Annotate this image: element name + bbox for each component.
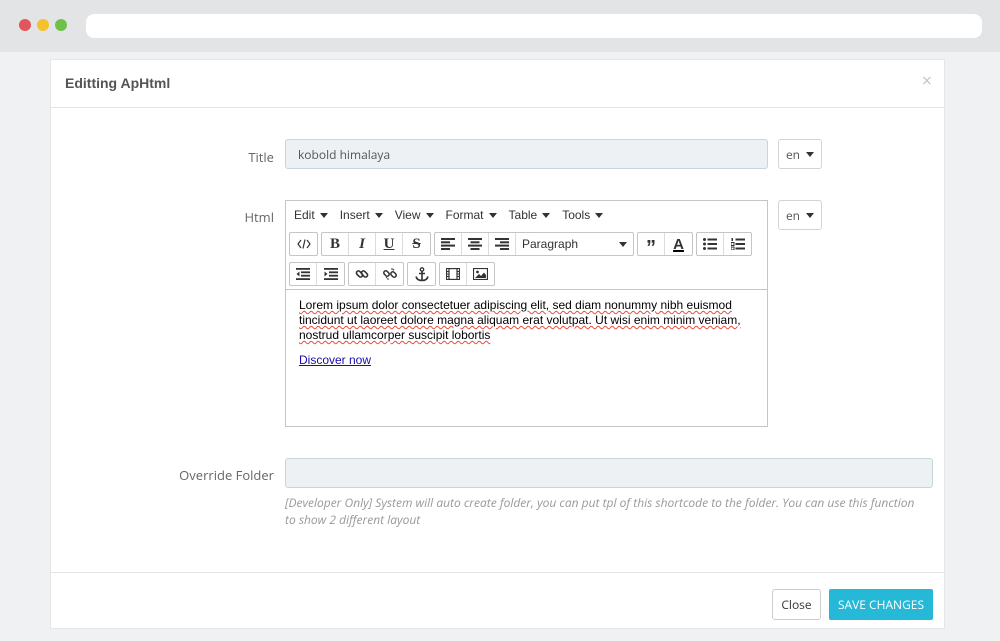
media-group [439,262,495,286]
numbered-list-icon[interactable] [724,233,751,255]
outdent-icon[interactable] [290,263,317,285]
menu-view[interactable]: View [389,208,440,222]
save-changes-button[interactable]: Save Changes [829,589,933,620]
menu-view-label: View [394,208,421,222]
anchor-group [407,262,436,286]
code-icon[interactable] [290,233,317,255]
edit-modal: Editting ApHtml × Title kobold himalaya … [50,59,945,629]
align-center-icon[interactable] [462,233,489,255]
title-language-label: en [785,145,801,163]
menu-insert-label: Insert [339,208,370,222]
menu-insert[interactable]: Insert [334,208,389,222]
window-maximize-dot[interactable] [55,19,67,31]
modal-header: Editting ApHtml × [51,60,944,108]
html-language-dropdown[interactable]: en [778,200,822,230]
align-left-icon[interactable] [435,233,462,255]
text-style-group: B I U S [321,232,431,256]
indent-icon[interactable] [317,263,344,285]
window-close-dot[interactable] [19,19,31,31]
media-icon[interactable] [440,263,467,285]
editor-content-area[interactable]: Lorem ipsum dolor consectetuer adipiscin… [286,289,767,426]
chevron-down-icon [542,212,551,218]
editor-toolbar-row-1: B I U S Paragraph ” A [286,229,767,259]
chevron-down-icon [595,212,604,218]
chevron-down-icon [425,212,434,218]
override-folder-input[interactable] [285,458,933,488]
alignment-group: Paragraph [434,232,634,256]
discover-now-link[interactable]: Discover now [299,353,371,367]
editor-menubar: Edit Insert View Format Table Tools [286,201,767,229]
image-icon[interactable] [467,263,494,285]
rich-text-editor: Edit Insert View Format Table Tools B I … [285,200,768,427]
chevron-down-icon [806,212,815,218]
editor-toolbar-row-2 [286,259,767,289]
close-button[interactable]: Close [772,589,821,620]
menu-tools-label: Tools [562,208,591,222]
italic-icon[interactable]: I [349,233,376,255]
title-language-dropdown[interactable]: en [778,139,822,169]
chevron-down-icon [488,212,497,218]
html-label: Html [244,208,274,226]
chevron-down-icon [319,212,328,218]
title-input[interactable]: kobold himalaya [285,139,768,169]
modal-footer: Close Save Changes [51,572,944,629]
link-icon[interactable] [349,263,376,285]
block-format-value: Paragraph [522,237,579,251]
unlink-icon[interactable] [376,263,403,285]
link-group [348,262,404,286]
browser-chrome [0,0,1000,52]
menu-edit-label: Edit [294,208,315,222]
menu-format[interactable]: Format [440,208,503,222]
menu-table[interactable]: Table [503,208,557,222]
menu-table-label: Table [508,208,538,222]
code-group [289,232,318,256]
modal-title: Editting ApHtml [65,75,171,91]
override-folder-label: Override Folder [179,466,274,484]
html-language-label: en [785,206,801,224]
block-format-select[interactable]: Paragraph [516,233,633,255]
list-group [696,232,752,256]
menu-tools[interactable]: Tools [556,208,609,222]
text-color-icon[interactable]: A [665,233,692,255]
modal-close-button[interactable]: × [922,72,932,90]
anchor-icon[interactable] [408,263,435,285]
override-folder-help-text: [Developer Only] System will auto create… [285,494,915,528]
menu-edit[interactable]: Edit [288,208,334,222]
window-minimize-dot[interactable] [37,19,49,31]
chevron-down-icon [806,151,815,157]
blockquote-icon[interactable]: ” [638,233,665,259]
menu-format-label: Format [445,208,484,222]
quote-color-group: ” A [637,232,693,259]
strikethrough-icon[interactable]: S [403,233,430,255]
chevron-down-icon [374,212,383,218]
align-right-icon[interactable] [489,233,516,255]
underline-icon[interactable]: U [376,233,403,255]
address-bar[interactable] [86,14,982,38]
title-label: Title [248,148,274,166]
indent-group [289,262,345,286]
content-paragraph: Lorem ipsum dolor consectetuer adipiscin… [299,298,741,342]
bold-icon[interactable]: B [322,233,349,255]
bullet-list-icon[interactable] [697,233,724,255]
chevron-down-icon [619,241,627,247]
